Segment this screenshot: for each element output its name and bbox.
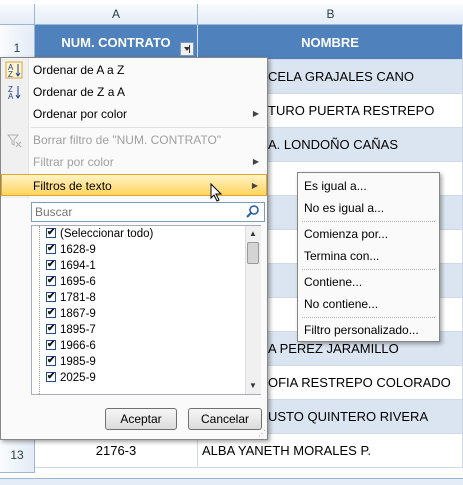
checkbox-checked-icon[interactable]: ✔	[46, 324, 56, 334]
submenu-label: Filtro personalizado...	[304, 323, 419, 337]
list-item-label: 1781-8	[60, 292, 96, 304]
menu-item-clear-filter: Borrar filtro de "NUM. CONTRATO"	[1, 129, 267, 151]
tree-line	[39, 226, 41, 394]
scroll-down-icon[interactable]: ▼	[249, 381, 257, 390]
submenu-item-begins-with[interactable]: Comienza por...	[304, 224, 388, 244]
menu-label: Filtrar por color	[33, 155, 114, 169]
menu-separator	[31, 127, 265, 128]
filter-dropdown-button[interactable]	[180, 42, 194, 56]
submenu-item-not-contains[interactable]: No contiene...	[304, 294, 378, 314]
list-item-label: (Seleccionar todo)	[60, 228, 154, 240]
row-header-1[interactable]: 1	[0, 25, 35, 60]
menu-item-filter-by-color: Filtrar por color ▶	[1, 151, 267, 173]
menu-item-text-filters[interactable]: Filtros de texto ▶	[1, 174, 267, 196]
list-item-label: 1966-6	[60, 340, 96, 352]
search-icon	[246, 205, 259, 218]
clear-filter-icon	[6, 134, 22, 148]
svg-text:Z: Z	[8, 70, 13, 79]
checkbox-checked-icon[interactable]: ✔	[46, 340, 56, 350]
menu-label: Ordenar por color	[33, 107, 128, 121]
header-cell-nombre[interactable]: NOMBRE	[198, 25, 463, 60]
submenu-label: Es igual a...	[304, 179, 367, 193]
menu-label: Ordenar de Z a A	[33, 85, 126, 99]
menu-label: Borrar filtro de "NUM. CONTRATO"	[33, 133, 222, 147]
checkbox-checked-icon[interactable]: ✔	[46, 372, 56, 382]
submenu-label: Comienza por...	[304, 227, 389, 241]
sort-ascending-icon: A Z	[5, 61, 23, 79]
menu-item-sort-az[interactable]: A Z Ordenar de A a Z	[1, 59, 267, 81]
menu-item-sort-by-color[interactable]: Ordenar por color ▶	[1, 103, 267, 125]
scroll-up-icon[interactable]: ▲	[249, 229, 257, 238]
checkbox-checked-icon[interactable]: ✔	[46, 308, 56, 318]
sort-descending-icon: Z A	[8, 85, 21, 101]
cancel-button[interactable]: Cancelar	[188, 408, 262, 430]
list-item-label: 1895-7	[60, 324, 96, 336]
submenu-item-equals[interactable]: Es igual a...	[304, 176, 367, 196]
checkbox-checked-icon[interactable]: ✔	[46, 260, 56, 270]
submenu-item-ends-with[interactable]: Termina con...	[304, 246, 379, 266]
submenu-arrow-icon: ▶	[252, 109, 259, 118]
column-header-a[interactable]: A	[35, 4, 198, 25]
mouse-cursor-icon	[210, 183, 223, 202]
submenu-arrow-icon: ▶	[252, 157, 259, 166]
list-item-label: 1985-9	[60, 356, 96, 368]
list-item-label: 1695-6	[60, 276, 96, 288]
svg-text:A: A	[8, 92, 14, 101]
autofilter-dropdown: A Z Ordenar de A a Z Z A Ordenar de Z a …	[0, 57, 268, 440]
select-all-corner[interactable]	[0, 4, 35, 25]
search-input[interactable]	[31, 202, 265, 222]
menu-label: Ordenar de A a Z	[33, 63, 125, 77]
checkbox-checked-icon[interactable]: ✔	[46, 356, 56, 366]
scrollbar-thumb[interactable]	[247, 242, 259, 264]
checkbox-checked-icon[interactable]: ✔	[46, 228, 56, 238]
list-item-label: 1867-9	[60, 308, 96, 320]
submenu-item-not-equals[interactable]: No es igual a...	[304, 198, 384, 218]
submenu-item-contains[interactable]: Contiene...	[304, 272, 362, 292]
list-item-label: 1694-1	[60, 260, 96, 272]
text-filters-submenu: Es igual a... No es igual a... Comienza …	[297, 172, 440, 342]
submenu-arrow-icon: ▶	[251, 181, 258, 190]
filter-arrow-icon	[184, 45, 190, 53]
checkbox-checked-icon[interactable]: ✔	[46, 276, 56, 286]
submenu-item-custom-filter[interactable]: Filtro personalizado...	[304, 320, 419, 340]
submenu-separator	[302, 269, 435, 270]
row-header-13[interactable]: 13	[0, 439, 35, 473]
values-checklist[interactable]: ✔ (Seleccionar todo) ✔ 1628-9 ✔ 1694-1 ✔…	[31, 225, 261, 395]
checkbox-checked-icon[interactable]: ✔	[46, 244, 56, 254]
menu-label: Filtros de texto	[33, 179, 112, 193]
submenu-separator	[302, 221, 435, 222]
column-header-b[interactable]: B	[198, 4, 463, 25]
menu-item-sort-za[interactable]: Z A Ordenar de Z a A	[1, 81, 267, 103]
submenu-label: No contiene...	[304, 297, 379, 311]
submenu-label: Contiene...	[304, 275, 363, 289]
ok-button[interactable]: Aceptar	[105, 408, 177, 430]
list-item-label: 1628-9	[60, 244, 96, 256]
checkbox-checked-icon[interactable]: ✔	[46, 292, 56, 302]
submenu-separator	[302, 317, 435, 318]
header-cell-num-contrato[interactable]: NUM. CONTRATO	[35, 25, 198, 60]
submenu-label: No es igual a...	[304, 201, 385, 215]
submenu-label: Termina con...	[304, 249, 380, 263]
list-item-label: 2025-9	[60, 372, 96, 384]
resize-grip-icon[interactable]: ⋰	[258, 429, 266, 438]
list-scrollbar[interactable]: ▲ ▼	[245, 226, 261, 394]
